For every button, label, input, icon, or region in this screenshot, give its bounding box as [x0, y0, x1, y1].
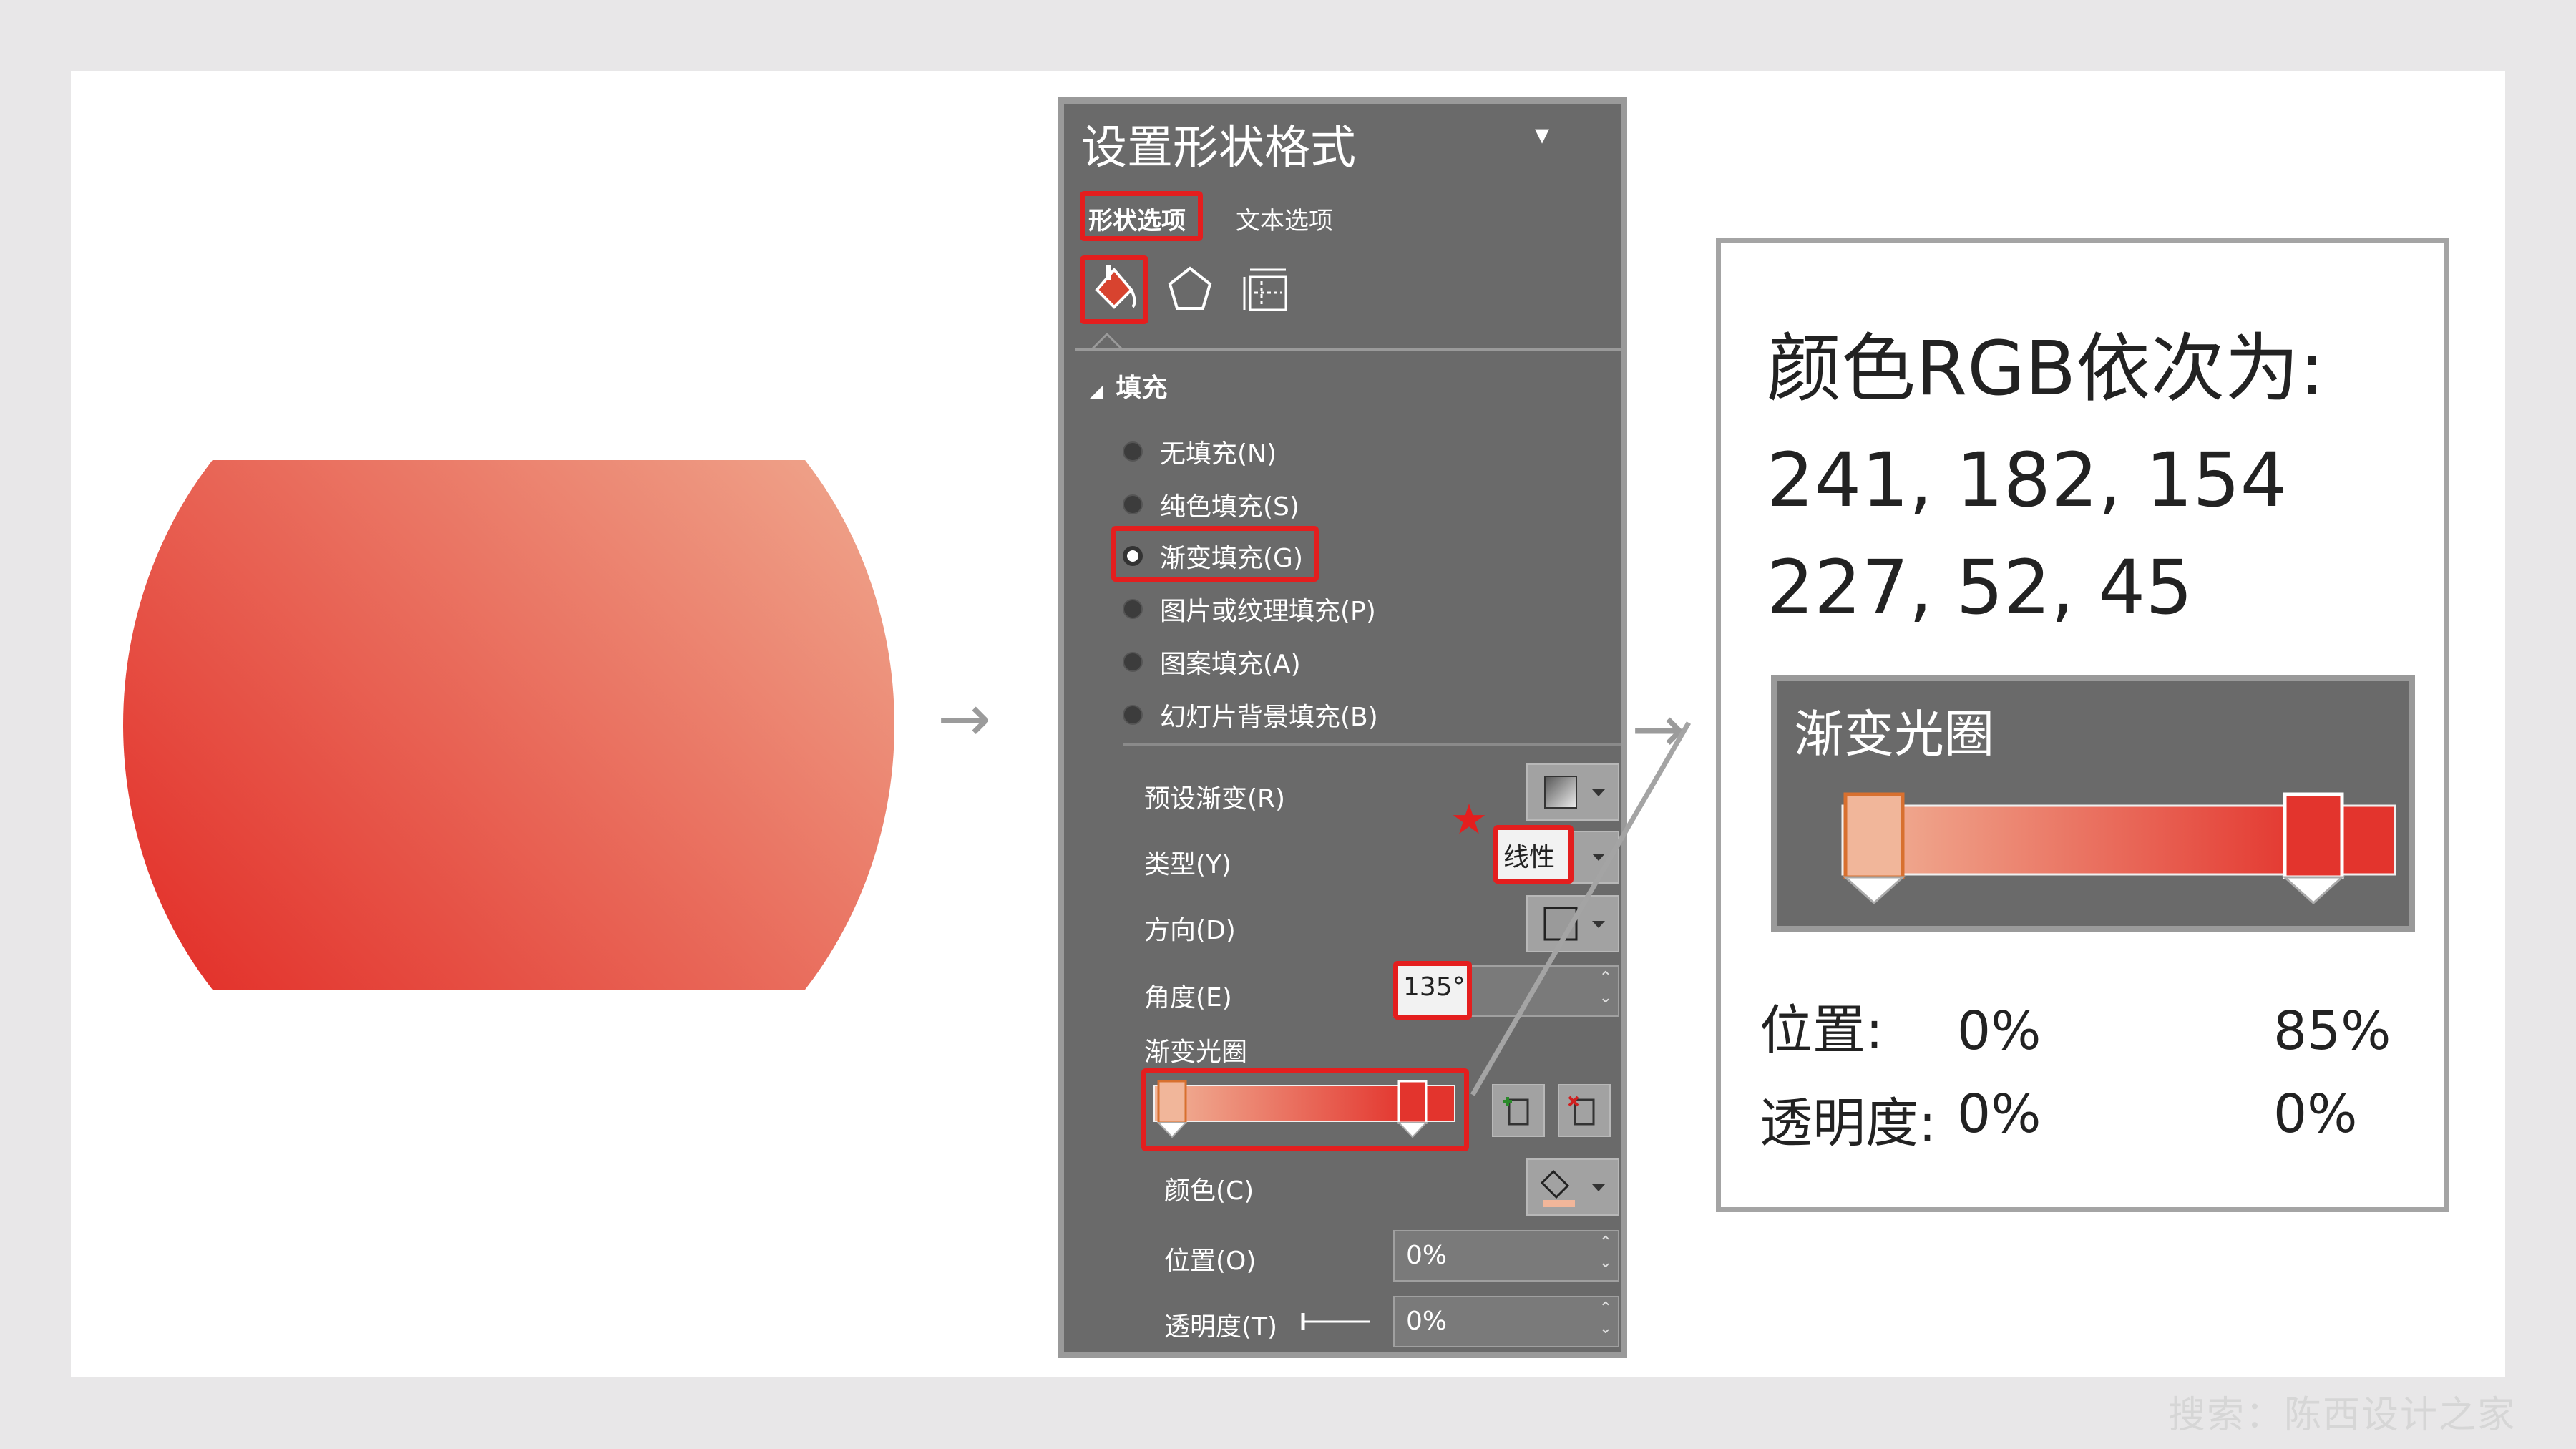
- gradient-stops-bar[interactable]: [1153, 1078, 1458, 1143]
- info-title: 颜色RGB依次为:: [1767, 325, 2325, 412]
- transparency-label: 透明度:: [1760, 1093, 1936, 1154]
- pane-title: 设置形状格式: [1081, 122, 1356, 175]
- gradient-stops-bar-large: [1840, 789, 2398, 910]
- radio-picture-fill[interactable]: 图片或纹理填充(P): [1123, 590, 1376, 628]
- fill-line-icon[interactable]: [1084, 260, 1144, 320]
- size-properties-icon[interactable]: [1236, 260, 1296, 320]
- tab-text-options[interactable]: 文本选项: [1236, 201, 1333, 236]
- rgb-info-box: 颜色RGB依次为: 241, 182, 154 227, 52, 45 渐变光圈…: [1716, 238, 2449, 1212]
- preset-gradient-label: 预设渐变(R): [1144, 784, 1286, 814]
- transparency-spinner[interactable]: 0% ⌃ ⌄: [1393, 1296, 1619, 1347]
- chevron-down-icon[interactable]: ▾: [1535, 118, 1549, 151]
- direction-label: 方向(D): [1144, 916, 1236, 945]
- stop1-transparency: 0%: [1957, 1083, 2041, 1145]
- color-picker-dropdown[interactable]: [1526, 1158, 1619, 1216]
- position-label: 位置(O): [1164, 1246, 1257, 1276]
- tab-shape-options[interactable]: 形状选项: [1088, 201, 1186, 236]
- gradient-stop-handle: [1843, 792, 1906, 905]
- transparency-value: 0%: [1406, 1307, 1448, 1336]
- watermark: 搜索：陈西设计之家: [2168, 1394, 2517, 1437]
- stop2-position: 85%: [2273, 1000, 2391, 1062]
- connector-line: [1470, 721, 1692, 1096]
- rgb-stop2: 227, 52, 45: [1767, 544, 2193, 631]
- arrow-right-icon: →: [937, 681, 992, 756]
- color-label: 颜色(C): [1164, 1176, 1254, 1206]
- radio-solid-fill[interactable]: 纯色填充(S): [1123, 486, 1299, 523]
- angle-label: 角度(E): [1144, 983, 1232, 1013]
- gradient-shape[interactable]: [123, 460, 894, 990]
- transparency-slider[interactable]: [1300, 1309, 1372, 1335]
- pentagon-effects-icon[interactable]: [1160, 260, 1220, 320]
- gradient-stops-label: 渐变光圈: [1144, 1038, 1248, 1067]
- position-value: 0%: [1406, 1241, 1448, 1270]
- angle-value: 135°: [1403, 972, 1465, 1002]
- gradient-stop-handle[interactable]: [1156, 1080, 1188, 1138]
- gradient-stops-panel: 渐变光圈: [1771, 675, 2415, 932]
- divider: [1075, 348, 1621, 351]
- stop2-transparency: 0%: [2273, 1083, 2358, 1145]
- position-label: 位置:: [1760, 1000, 1883, 1061]
- radio-no-fill[interactable]: 无填充(N): [1123, 433, 1277, 470]
- rgb-stop1: 241, 182, 154: [1767, 436, 2288, 524]
- gradient-stop-handle[interactable]: [1397, 1080, 1428, 1138]
- radio-slide-bg-fill[interactable]: 幻灯片背景填充(B): [1123, 696, 1378, 733]
- stops-panel-title: 渐变光圈: [1794, 705, 1994, 763]
- type-label: 类型(Y): [1144, 850, 1232, 879]
- spinner-arrows-icon[interactable]: ⌃ ⌄: [1599, 1299, 1612, 1339]
- position-spinner[interactable]: 0% ⌃ ⌄: [1393, 1230, 1619, 1282]
- tab-pointer-icon: [1091, 332, 1123, 350]
- transparency-label: 透明度(T): [1164, 1312, 1278, 1342]
- section-fill[interactable]: ◢ 填充: [1090, 367, 1167, 404]
- radio-gradient-fill[interactable]: 渐变填充(G): [1123, 537, 1303, 575]
- radio-pattern-fill[interactable]: 图案填充(A): [1123, 643, 1301, 680]
- gradient-stop-handle: [2282, 792, 2345, 905]
- stop1-position: 0%: [1957, 1000, 2041, 1062]
- spinner-arrows-icon[interactable]: ⌃ ⌄: [1599, 1233, 1612, 1273]
